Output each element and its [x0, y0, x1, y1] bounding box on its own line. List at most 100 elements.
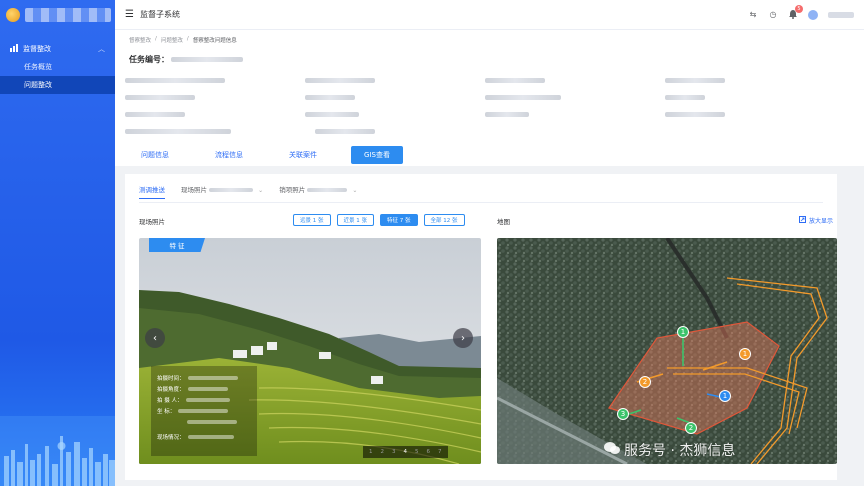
- sidebar-item-label: 任务概览: [24, 63, 52, 71]
- notification-badge: 5: [795, 4, 803, 13]
- sidebar-item-task-overview[interactable]: 任务概览: [0, 58, 115, 76]
- logo-icon: [6, 8, 20, 22]
- page-number[interactable]: 7: [438, 449, 442, 455]
- page-number[interactable]: 6: [427, 449, 431, 455]
- breadcrumb-current: 督察整改问题信息: [192, 38, 237, 44]
- site-photo-viewer[interactable]: 特 征 ‹ › 拍摄时间： 拍摄角度： 拍 摄 人： 坐 标： 现场情况： 1 …: [139, 238, 481, 464]
- clock-icon[interactable]: ◷: [768, 10, 778, 20]
- sidebar: 监督整改 ︿ 任务概览 问题整改: [0, 0, 115, 486]
- subtab-value-redacted: [307, 188, 348, 192]
- map-marker[interactable]: 1: [719, 390, 731, 402]
- avatar[interactable]: [808, 9, 818, 20]
- info-value-redacted: [305, 78, 375, 83]
- page-number[interactable]: 1: [369, 449, 373, 455]
- photo-pager: 1 2 3 4 5 6 7: [363, 446, 448, 458]
- subtab-value-redacted: [209, 188, 254, 192]
- main-content: 督察整改 / 问题整改 / 督察整改问题信息 任务编号： 问题信息 流程信息 关…: [115, 30, 864, 486]
- menu-icon[interactable]: ☰: [125, 9, 134, 20]
- tab-gis-view[interactable]: GIS查看: [351, 146, 403, 164]
- tab-related-cases[interactable]: 关联案件: [277, 146, 329, 164]
- info-value-redacted: [315, 129, 375, 134]
- map-marker[interactable]: 3: [617, 408, 629, 420]
- sync-icon[interactable]: ⇆: [748, 10, 758, 20]
- detail-tabs: 问题信息 流程信息 关联案件 GIS查看: [129, 146, 425, 164]
- wechat-icon: [604, 441, 620, 459]
- filter-close-view-button[interactable]: 近景 1 张: [336, 214, 374, 226]
- sidebar-item-label: 问题整改: [24, 81, 52, 89]
- info-grid: [125, 72, 845, 140]
- page-number[interactable]: 5: [415, 449, 419, 455]
- breadcrumb-item[interactable]: 督察整改: [129, 36, 151, 44]
- zoom-display-label: 放大显示: [809, 218, 834, 225]
- system-title: 监督子系统: [139, 10, 180, 19]
- info-value-redacted: [485, 112, 529, 117]
- page-number-current[interactable]: 4: [404, 449, 408, 455]
- topbar: ☰ 监督子系统 ⇆ ◷ 5: [115, 0, 864, 30]
- gis-panel: 测调推送 现场照片 ⌄ 销项照片 ⌄ 现场照片 远景 1 张 近景 1 张 特征…: [125, 174, 837, 480]
- info-row: [125, 72, 845, 89]
- info-row: [125, 123, 845, 140]
- city-skyline-image: [0, 416, 115, 486]
- shoot-time-redacted: [187, 375, 238, 380]
- info-value-redacted: [665, 78, 725, 83]
- info-row: [125, 106, 845, 123]
- breadcrumb-item[interactable]: 问题整改: [161, 36, 183, 44]
- photo-filter-group: 远景 1 张 近景 1 张 特征 7 张 全部 12 张: [293, 214, 465, 226]
- gis-map[interactable]: 1 1 1 2 2 3: [497, 238, 837, 464]
- tab-process-info[interactable]: 流程信息: [203, 146, 255, 164]
- photo-subtabs: 测调推送 现场照片 ⌄ 销项照片 ⌄: [139, 184, 357, 199]
- next-arrow-icon[interactable]: ›: [453, 328, 473, 348]
- info-value-redacted: [665, 112, 725, 117]
- filter-all-button[interactable]: 全部 12 张: [423, 214, 465, 226]
- tab-problem-info[interactable]: 问题信息: [129, 146, 181, 164]
- photo-metadata-overlay: 拍摄时间： 拍摄角度： 拍 摄 人： 坐 标： 现场情况：: [151, 366, 257, 456]
- chevron-down-icon: ⌄: [258, 187, 264, 194]
- gis-panel-area: 测调推送 现场照片 ⌄ 销项照片 ⌄ 现场照片 远景 1 张 近景 1 张 特征…: [115, 166, 864, 486]
- logo: [0, 0, 115, 30]
- info-value-redacted: [125, 78, 225, 83]
- shoot-time-label: 拍摄时间：: [157, 375, 185, 382]
- map-marker[interactable]: 2: [639, 376, 651, 388]
- app-name-redacted: [25, 8, 111, 22]
- site-situation-label: 现场情况：: [157, 434, 185, 441]
- photo-category-tag: 特 征: [149, 238, 205, 252]
- map-marker[interactable]: 1: [739, 348, 751, 360]
- chart-icon: [10, 44, 18, 54]
- expand-icon: [799, 216, 806, 225]
- info-value-redacted: [125, 112, 185, 117]
- coordinate-redacted: [178, 408, 229, 413]
- satellite-map: [497, 238, 837, 464]
- map-marker[interactable]: 2: [685, 422, 697, 434]
- page-number[interactable]: 3: [392, 449, 396, 455]
- info-row: [125, 89, 845, 106]
- info-value-redacted: [485, 78, 545, 83]
- bell-icon[interactable]: 5: [788, 4, 803, 20]
- sidebar-group-supervision[interactable]: 监督整改 ︿: [0, 40, 115, 58]
- subtab-label: 销项照片: [279, 186, 306, 194]
- breadcrumb-separator: /: [186, 36, 189, 42]
- task-number: 任务编号：: [129, 54, 243, 65]
- info-value-redacted: [485, 95, 561, 100]
- photos-section-label: 现场照片: [139, 218, 165, 226]
- filter-far-view-button[interactable]: 远景 1 张: [293, 214, 331, 226]
- previous-arrow-icon[interactable]: ‹: [145, 328, 165, 348]
- info-value-redacted: [125, 95, 195, 100]
- page-number[interactable]: 2: [381, 449, 385, 455]
- sidebar-item-problem-rectification[interactable]: 问题整改: [0, 76, 115, 94]
- filter-feature-button[interactable]: 特征 7 张: [380, 214, 418, 226]
- task-number-redacted: [171, 57, 243, 62]
- sidebar-group[interactable]: 监督整改 ︿ 任务概览 问题整改: [0, 40, 115, 94]
- chevron-down-icon: ⌄: [352, 187, 358, 194]
- map-section-label: 地图: [497, 218, 510, 226]
- subtab-closure-photos[interactable]: 销项照片 ⌄: [279, 184, 357, 199]
- info-value-redacted: [305, 95, 355, 100]
- info-value-redacted: [305, 112, 359, 117]
- subtab-survey-push[interactable]: 测调推送: [139, 184, 165, 199]
- breadcrumb: 督察整改 / 问题整改 / 督察整改问题信息: [129, 36, 237, 44]
- user-name-redacted[interactable]: [828, 11, 854, 18]
- zoom-display-button[interactable]: 放大显示: [799, 216, 833, 225]
- map-marker[interactable]: 1: [677, 326, 689, 338]
- subtab-label: 现场照片: [181, 186, 207, 194]
- subtab-site-photos[interactable]: 现场照片 ⌄: [181, 184, 263, 199]
- watermark: 服务号 · 杰狮信息: [604, 440, 735, 460]
